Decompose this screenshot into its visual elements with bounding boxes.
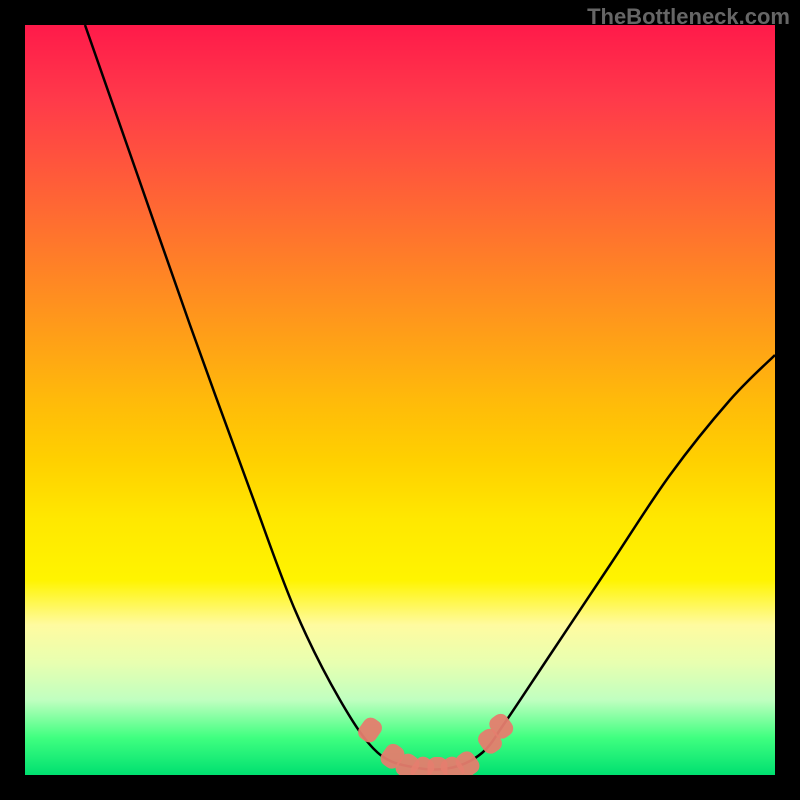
- bottleneck-curve: [85, 25, 775, 769]
- data-marker: [355, 714, 385, 745]
- watermark-text: TheBottleneck.com: [587, 4, 790, 30]
- chart-container: [25, 25, 775, 775]
- curve-group: [85, 25, 775, 769]
- chart-svg: [25, 25, 775, 775]
- markers-group: [355, 711, 516, 775]
